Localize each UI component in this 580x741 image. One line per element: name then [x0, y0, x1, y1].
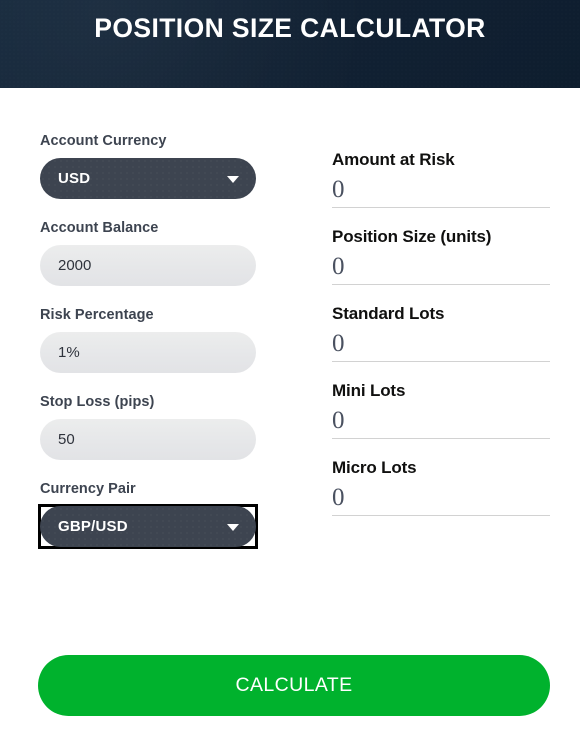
- account-currency-value: USD: [58, 170, 91, 187]
- field-currency-pair: Currency Pair GBP/USD: [38, 481, 258, 549]
- account-currency-select[interactable]: USD: [40, 158, 256, 199]
- stop-loss-label: Stop Loss (pips): [40, 394, 155, 410]
- risk-percentage-label: Risk Percentage: [40, 307, 154, 323]
- result-label: Position Size (units): [332, 227, 492, 246]
- result-row: Amount at Risk 0: [332, 150, 550, 208]
- result-value: 0: [332, 406, 550, 439]
- result-row: Mini Lots 0: [332, 381, 550, 439]
- result-label: Micro Lots: [332, 458, 417, 477]
- result-value: 0: [332, 175, 550, 208]
- risk-percentage-input[interactable]: [40, 332, 256, 373]
- result-row: Position Size (units) 0: [332, 227, 550, 285]
- page-title: POSITION SIZE CALCULATOR: [94, 13, 486, 43]
- currency-pair-value: GBP/USD: [58, 518, 128, 535]
- result-row: Micro Lots 0: [332, 458, 550, 516]
- currency-pair-select[interactable]: GBP/USD: [38, 504, 258, 549]
- result-row: Standard Lots 0: [332, 304, 550, 362]
- account-currency-label: Account Currency: [40, 133, 167, 149]
- calculate-button[interactable]: CALCULATE: [38, 655, 550, 716]
- field-account-balance: Account Balance: [40, 220, 256, 286]
- chevron-down-icon: [227, 176, 239, 183]
- stop-loss-input[interactable]: [40, 419, 256, 460]
- currency-pair-label: Currency Pair: [40, 481, 136, 497]
- results-panel: Amount at Risk 0 Position Size (units) 0…: [332, 150, 550, 535]
- account-balance-label: Account Balance: [40, 220, 159, 236]
- result-label: Standard Lots: [332, 304, 445, 323]
- field-stop-loss: Stop Loss (pips): [40, 394, 256, 460]
- result-label: Amount at Risk: [332, 150, 455, 169]
- field-risk-percentage: Risk Percentage: [40, 307, 256, 373]
- chevron-down-icon: [227, 524, 239, 531]
- app-header: POSITION SIZE CALCULATOR: [0, 0, 580, 88]
- result-value: 0: [332, 252, 550, 285]
- result-value: 0: [332, 329, 550, 362]
- input-form: Account Currency USD Account Balance Ris…: [38, 133, 258, 549]
- account-balance-input[interactable]: [40, 245, 256, 286]
- field-account-currency: Account Currency USD: [40, 133, 256, 199]
- calculator-content: Account Currency USD Account Balance Ris…: [0, 88, 580, 741]
- result-value: 0: [332, 483, 550, 516]
- result-label: Mini Lots: [332, 381, 406, 400]
